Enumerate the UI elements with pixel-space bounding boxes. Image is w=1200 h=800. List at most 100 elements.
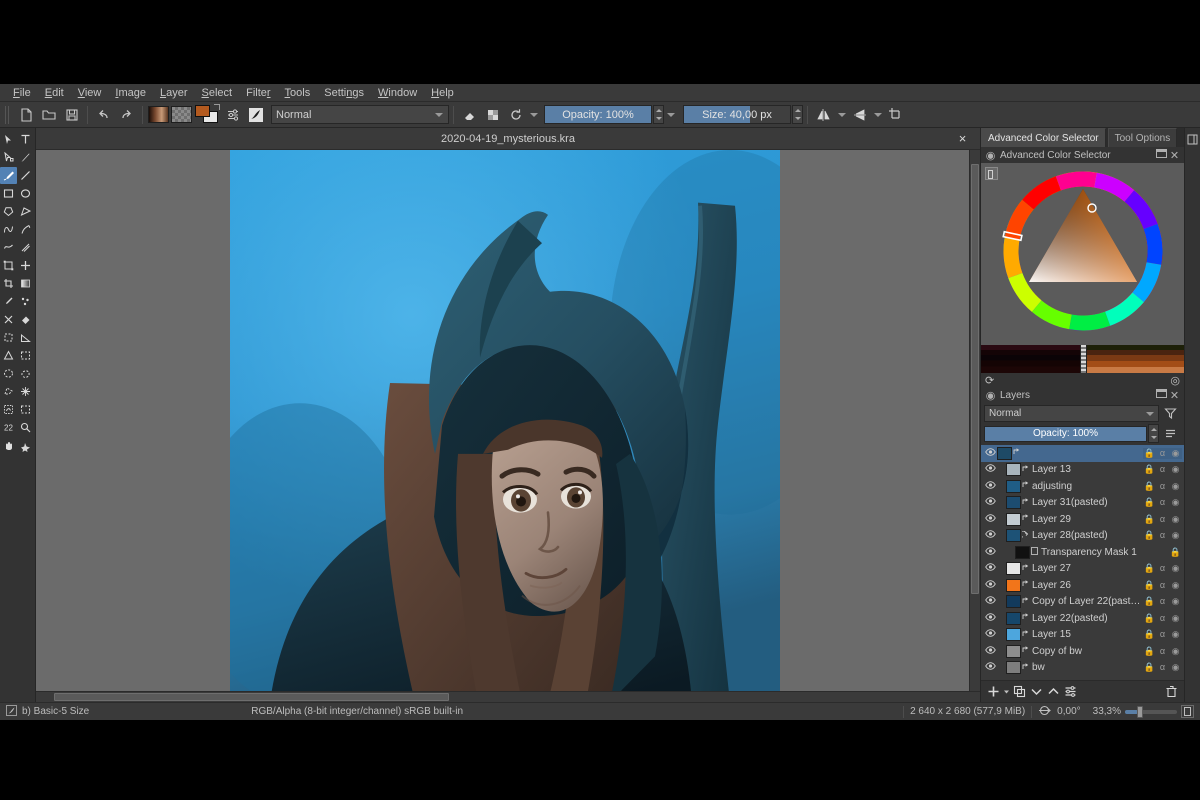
layer-name[interactable]: Transparency Mask 1 bbox=[1040, 547, 1169, 558]
status-brush-preset[interactable]: b) Basic-5 Size bbox=[0, 703, 95, 721]
vertical-mirror-chevron-icon[interactable] bbox=[871, 105, 884, 124]
canvas-horizontal-scrollbar[interactable] bbox=[36, 691, 980, 702]
status-zoom[interactable]: 33,3% bbox=[1087, 703, 1200, 721]
layer-visibility-icon[interactable] bbox=[983, 645, 997, 657]
layer-visibility-icon[interactable] bbox=[983, 513, 997, 525]
new-file-icon[interactable] bbox=[15, 104, 36, 125]
layer-lock-icon[interactable]: 🔒 bbox=[1143, 481, 1156, 492]
layer-name[interactable]: bw bbox=[1031, 662, 1143, 673]
layer-lock-icon[interactable]: 🔒 bbox=[1143, 580, 1156, 591]
layer-name[interactable]: Layer 15 bbox=[1031, 629, 1143, 640]
add-layer-dropdown-icon[interactable] bbox=[1002, 683, 1011, 700]
rectangular-selection-tool[interactable] bbox=[17, 347, 34, 364]
layer-list[interactable]: 🔒 α ◉ Layer 13 🔒 α ◉ adjusting 🔒 α ◉ Layer 31(paste… bbox=[981, 445, 1184, 680]
layer-name[interactable]: Layer 31(pasted) bbox=[1031, 497, 1143, 508]
layer-thumbnail[interactable] bbox=[1006, 628, 1021, 642]
color-selector-close-icon[interactable]: ✕ bbox=[1168, 149, 1181, 162]
layer-visibility-icon[interactable] bbox=[983, 530, 997, 541]
layer-onion-skin-icon[interactable]: ◉ bbox=[1169, 530, 1182, 541]
layer-thumbnail[interactable] bbox=[1006, 661, 1021, 675]
layer-lock-icon[interactable]: 🔒 bbox=[1143, 530, 1156, 541]
layer-onion-skin-icon[interactable]: ◉ bbox=[1169, 629, 1182, 640]
layers-float-icon[interactable] bbox=[1155, 389, 1168, 401]
menu-select[interactable]: Select bbox=[195, 85, 240, 101]
menu-help[interactable]: Help bbox=[424, 85, 461, 101]
layer-row[interactable]: Copy of bw 🔒 α ◉ bbox=[981, 643, 1184, 660]
canvas-vertical-scrollbar-thumb[interactable] bbox=[971, 164, 979, 594]
menu-window[interactable]: Window bbox=[371, 85, 424, 101]
layer-lock-icon[interactable]: 🔒 bbox=[1143, 629, 1156, 640]
opacity-slider[interactable]: Opacity: 100% bbox=[544, 105, 652, 124]
zoom-slider[interactable] bbox=[1125, 705, 1177, 718]
artboard[interactable] bbox=[230, 150, 780, 702]
move-layer-up-button[interactable] bbox=[1045, 683, 1062, 700]
tab-advanced-color-selector[interactable]: Advanced Color Selector bbox=[981, 128, 1106, 147]
line-tool[interactable] bbox=[17, 167, 34, 184]
move-layer-down-button[interactable] bbox=[1028, 683, 1045, 700]
layer-visibility-icon[interactable] bbox=[983, 612, 997, 624]
fill-tool[interactable] bbox=[17, 311, 34, 328]
freehand-selection-tool[interactable] bbox=[17, 365, 34, 382]
layer-blend-mode-combo[interactable]: Normal bbox=[984, 405, 1159, 422]
delete-layer-button[interactable] bbox=[1163, 683, 1180, 700]
layer-name[interactable]: Layer 13 bbox=[1031, 464, 1143, 475]
layer-onion-skin-icon[interactable]: ◉ bbox=[1169, 646, 1182, 657]
layer-lock-icon[interactable]: 🔒 bbox=[1143, 563, 1156, 574]
layer-onion-skin-icon[interactable]: ◉ bbox=[1169, 662, 1182, 673]
menu-tools[interactable]: Tools bbox=[278, 85, 318, 101]
layer-thumbnail[interactable] bbox=[1015, 545, 1030, 559]
opacity-stepper[interactable] bbox=[653, 105, 664, 124]
shade-selector-marker[interactable] bbox=[1079, 345, 1087, 373]
preserve-alpha-icon[interactable] bbox=[482, 104, 503, 125]
layer-alpha-lock-icon[interactable]: α bbox=[1156, 497, 1169, 508]
layer-alpha-lock-icon[interactable]: α bbox=[1156, 530, 1169, 541]
menu-edit[interactable]: Edit bbox=[38, 85, 71, 101]
layer-name[interactable]: Copy of Layer 22(pasted) bbox=[1031, 596, 1143, 607]
layer-row[interactable]: adjusting 🔒 α ◉ bbox=[981, 478, 1184, 495]
layer-visibility-icon[interactable] bbox=[983, 579, 997, 591]
layer-thumbnail[interactable] bbox=[997, 446, 1012, 460]
layer-row[interactable]: Layer 27 🔒 α ◉ bbox=[981, 561, 1184, 578]
duplicate-layer-button[interactable] bbox=[1011, 683, 1028, 700]
layer-name[interactable]: adjusting bbox=[1031, 481, 1143, 492]
dynamic-brush-tool[interactable] bbox=[0, 239, 17, 256]
layer-opacity-stepper[interactable] bbox=[1148, 424, 1159, 443]
layer-row[interactable]: Layer 28(pasted) 🔒 α ◉ bbox=[981, 528, 1184, 545]
polygon-tool[interactable] bbox=[0, 203, 17, 220]
transform-tool[interactable] bbox=[0, 257, 17, 274]
horizontal-mirror-icon[interactable] bbox=[813, 104, 834, 125]
layer-onion-skin-icon[interactable]: ◉ bbox=[1169, 596, 1182, 607]
layer-onion-skin-icon[interactable]: ◉ bbox=[1169, 447, 1182, 459]
polygonal-selection-tool[interactable] bbox=[0, 383, 17, 400]
magnetic-selection-tool[interactable] bbox=[0, 401, 17, 418]
opacity-options-chevron-icon[interactable] bbox=[664, 105, 677, 124]
eraser-mode-icon[interactable] bbox=[459, 104, 480, 125]
layer-name[interactable]: Layer 28(pasted) bbox=[1031, 530, 1143, 541]
layer-alpha-lock-icon[interactable]: α bbox=[1156, 563, 1169, 574]
freehand-brush-tool[interactable] bbox=[0, 167, 17, 184]
layer-thumbnail[interactable] bbox=[1006, 595, 1021, 609]
text-tool[interactable] bbox=[17, 131, 34, 148]
layer-row[interactable]: Layer 13 🔒 α ◉ bbox=[981, 462, 1184, 479]
layer-visibility-icon[interactable] bbox=[983, 447, 997, 459]
brush-blending-mode-combo[interactable]: Normal bbox=[271, 105, 449, 124]
show-dockers-icon[interactable] bbox=[1184, 131, 1200, 148]
polyline-tool[interactable] bbox=[17, 203, 34, 220]
rectangle-tool[interactable] bbox=[0, 185, 17, 202]
layer-alpha-lock-icon[interactable]: α bbox=[1156, 596, 1169, 607]
size-stepper[interactable] bbox=[792, 105, 803, 124]
layer-alpha-lock-icon[interactable]: α bbox=[1156, 464, 1169, 475]
smart-patch-tool[interactable] bbox=[0, 311, 17, 328]
calligraphy-tool[interactable] bbox=[17, 149, 34, 166]
toolbar-grip[interactable] bbox=[5, 105, 11, 124]
brush-editor-icon[interactable] bbox=[222, 104, 243, 125]
reference-images-tool[interactable] bbox=[17, 439, 34, 456]
menu-file[interactable]: File bbox=[6, 85, 38, 101]
bezier-curve-tool[interactable] bbox=[0, 221, 17, 238]
layer-lock-icon[interactable]: 🔒 bbox=[1143, 464, 1156, 475]
layer-thumbnail[interactable] bbox=[1006, 496, 1021, 510]
brush-preset-icon[interactable] bbox=[245, 104, 266, 125]
layer-thumbnail[interactable] bbox=[1006, 529, 1021, 543]
reload-preset-icon[interactable] bbox=[505, 104, 526, 125]
size-control[interactable]: Size: 40,00 px bbox=[683, 105, 803, 124]
